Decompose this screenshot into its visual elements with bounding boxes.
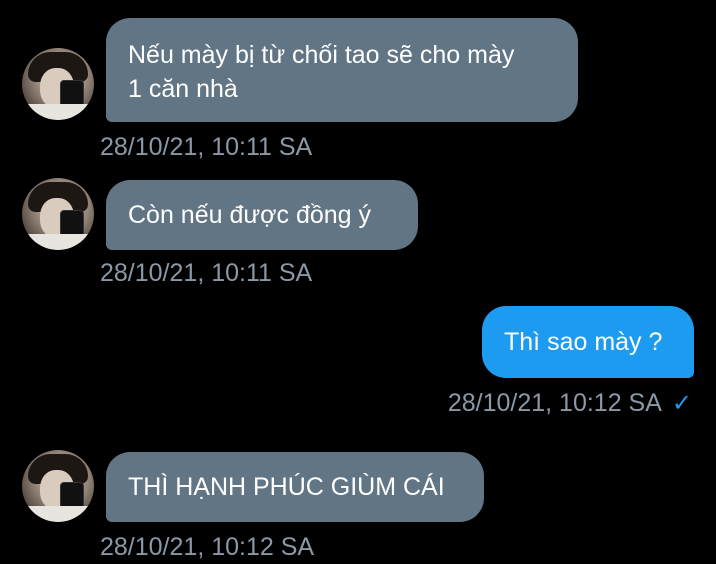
message-timestamp: 28/10/21, 10:11 SA: [100, 133, 313, 161]
message-bubble-outgoing[interactable]: Thì sao mày ?: [482, 306, 694, 378]
message-timestamp-row: 28/10/21, 10:12 SA ✓: [448, 388, 692, 419]
message-timestamp: 28/10/21, 10:12 SA: [100, 533, 315, 561]
message-text: Nếu mày bị từ chối tao sẽ cho mày 1 căn …: [128, 41, 515, 103]
chat-thread: Nếu mày bị từ chối tao sẽ cho mày 1 căn …: [0, 0, 716, 564]
message-bubble-incoming[interactable]: Nếu mày bị từ chối tao sẽ cho mày 1 căn …: [106, 18, 578, 122]
message-timestamp: 28/10/21, 10:12 SA: [447, 389, 662, 417]
avatar[interactable]: [22, 178, 94, 250]
message-timestamp: 28/10/21, 10:11 SA: [100, 259, 313, 287]
check-icon: ✓: [671, 390, 692, 417]
message-text: THÌ HẠNH PHÚC GIÙM CÁI: [128, 473, 445, 501]
message-bubble-incoming[interactable]: Còn nếu được đồng ý: [106, 180, 418, 250]
message-text: Còn nếu được đồng ý: [128, 201, 372, 229]
message-text: Thì sao mày ?: [504, 328, 663, 356]
avatar[interactable]: [22, 450, 94, 522]
message-bubble-incoming[interactable]: THÌ HẠNH PHÚC GIÙM CÁI: [106, 452, 484, 522]
avatar[interactable]: [22, 48, 94, 120]
